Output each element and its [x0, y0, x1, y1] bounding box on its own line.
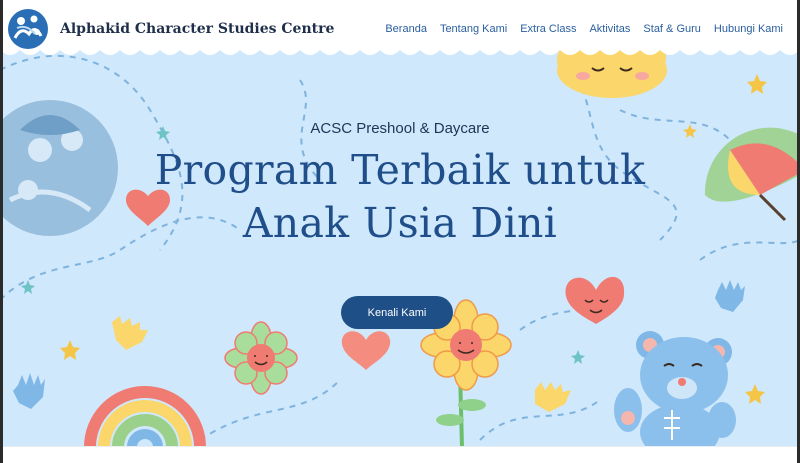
window-frame-left: [0, 0, 3, 463]
hero-title: Program Terbaik untuk Anak Usia Dini: [0, 144, 800, 250]
site-header: Alphakid Character Studies Centre Berand…: [0, 0, 800, 50]
nav-extra-class[interactable]: Extra Class: [520, 23, 576, 35]
smiling-flower-icon: [224, 321, 298, 395]
nav-aktivitas[interactable]: Aktivitas: [589, 23, 630, 35]
nav-tentang-kami[interactable]: Tentang Kami: [440, 23, 507, 35]
page-bottom-strip: [0, 446, 800, 463]
main-nav: Beranda Tentang Kami Extra Class Aktivit…: [385, 23, 783, 35]
hero-title-line-2: Anak Usia Dini: [242, 199, 558, 247]
brand-name[interactable]: Alphakid Character Studies Centre: [60, 21, 334, 37]
nav-beranda[interactable]: Beranda: [385, 23, 427, 35]
rainbow-icon: [84, 386, 206, 447]
family-circle-logo-icon[interactable]: [7, 8, 49, 50]
hero-title-line-1: Program Terbaik untuk: [154, 146, 646, 194]
pink-heart-icon: [341, 331, 391, 370]
teddy-bear-icon: [614, 331, 736, 447]
hero-subtitle: ACSC Preshool & Daycare: [310, 120, 490, 137]
heart-face-icon: [565, 276, 625, 324]
nav-hubungi-kami[interactable]: Hubungi Kami: [714, 23, 783, 35]
hero-section: ACSC Preshool & Daycare Program Terbaik …: [0, 0, 800, 447]
kenali-kami-button[interactable]: Kenali Kami: [341, 296, 453, 329]
nav-staf-guru[interactable]: Staf & Guru: [643, 23, 700, 35]
